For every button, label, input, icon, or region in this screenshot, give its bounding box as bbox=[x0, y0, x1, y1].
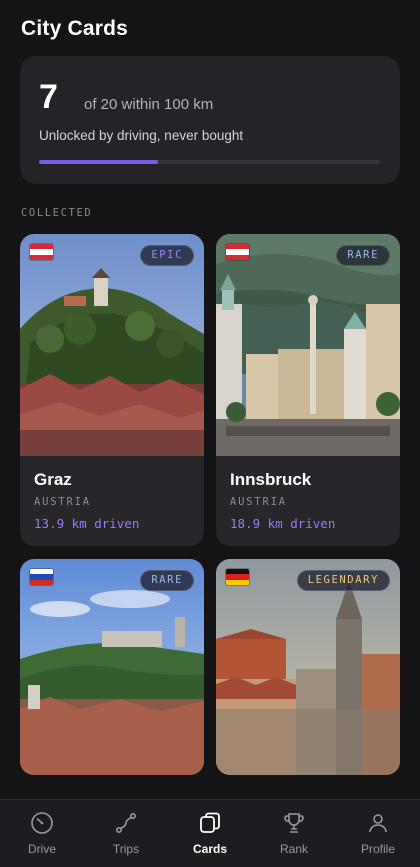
distance-driven: 18.9 km driven bbox=[230, 516, 336, 531]
tab-drive[interactable]: Drive bbox=[0, 800, 84, 867]
city-card-slovenia[interactable]: RARE bbox=[20, 559, 204, 775]
speedometer-icon bbox=[31, 812, 53, 834]
page-title: City Cards bbox=[21, 17, 129, 40]
collected-of-text: of 20 within 100 km bbox=[84, 96, 214, 113]
germany-flag-icon bbox=[226, 569, 249, 585]
tab-label: Trips bbox=[112, 842, 140, 856]
person-icon bbox=[369, 814, 387, 833]
country-name: AUSTRIA bbox=[230, 496, 287, 508]
bottom-tab-bar: Drive Trips Cards Rank Profile bbox=[0, 799, 420, 867]
tab-rank[interactable]: Rank bbox=[252, 800, 336, 867]
section-label-collected: COLLECTED bbox=[21, 207, 93, 219]
city-photo bbox=[216, 234, 400, 456]
cards-icon bbox=[200, 812, 220, 833]
collection-progress-fill bbox=[39, 160, 159, 164]
trophy-icon bbox=[284, 813, 304, 833]
slovenia-flag-icon bbox=[30, 569, 53, 585]
city-card-germany[interactable]: LEGENDARY bbox=[216, 559, 400, 775]
tab-cards[interactable]: Cards bbox=[168, 800, 252, 867]
country-name: AUSTRIA bbox=[34, 496, 91, 508]
route-icon bbox=[115, 812, 136, 833]
rarity-badge: EPIC bbox=[140, 245, 194, 266]
collected-count: 7 bbox=[39, 78, 58, 116]
collection-progress-bar bbox=[39, 160, 380, 164]
austria-flag-icon bbox=[226, 244, 249, 260]
city-photo bbox=[20, 559, 204, 775]
city-photo bbox=[20, 234, 204, 456]
tab-label: Cards bbox=[192, 842, 227, 856]
city-photo bbox=[216, 559, 400, 775]
city-card-innsbruck[interactable]: RARE Innsbruck AUSTRIA 18.9 km driven bbox=[216, 234, 400, 546]
city-name: Innsbruck bbox=[230, 470, 312, 489]
city-card-graz[interactable]: EPIC Graz AUSTRIA 13.9 km driven bbox=[20, 234, 204, 546]
rarity-badge: LEGENDARY bbox=[296, 570, 390, 591]
rarity-badge: RARE bbox=[336, 245, 390, 266]
rarity-badge: RARE bbox=[140, 570, 194, 591]
tab-label: Rank bbox=[279, 842, 308, 856]
collection-summary-card: 7 of 20 within 100 km Unlocked by drivin… bbox=[20, 56, 400, 184]
tab-label: Drive bbox=[27, 842, 56, 856]
city-name: Graz bbox=[34, 470, 72, 489]
tab-profile[interactable]: Profile bbox=[336, 800, 420, 867]
tab-trips[interactable]: Trips bbox=[84, 800, 168, 867]
collection-description: Unlocked by driving, never bought bbox=[39, 128, 244, 143]
distance-driven: 13.9 km driven bbox=[34, 516, 140, 531]
austria-flag-icon bbox=[30, 244, 53, 260]
tab-label: Profile bbox=[360, 842, 395, 856]
